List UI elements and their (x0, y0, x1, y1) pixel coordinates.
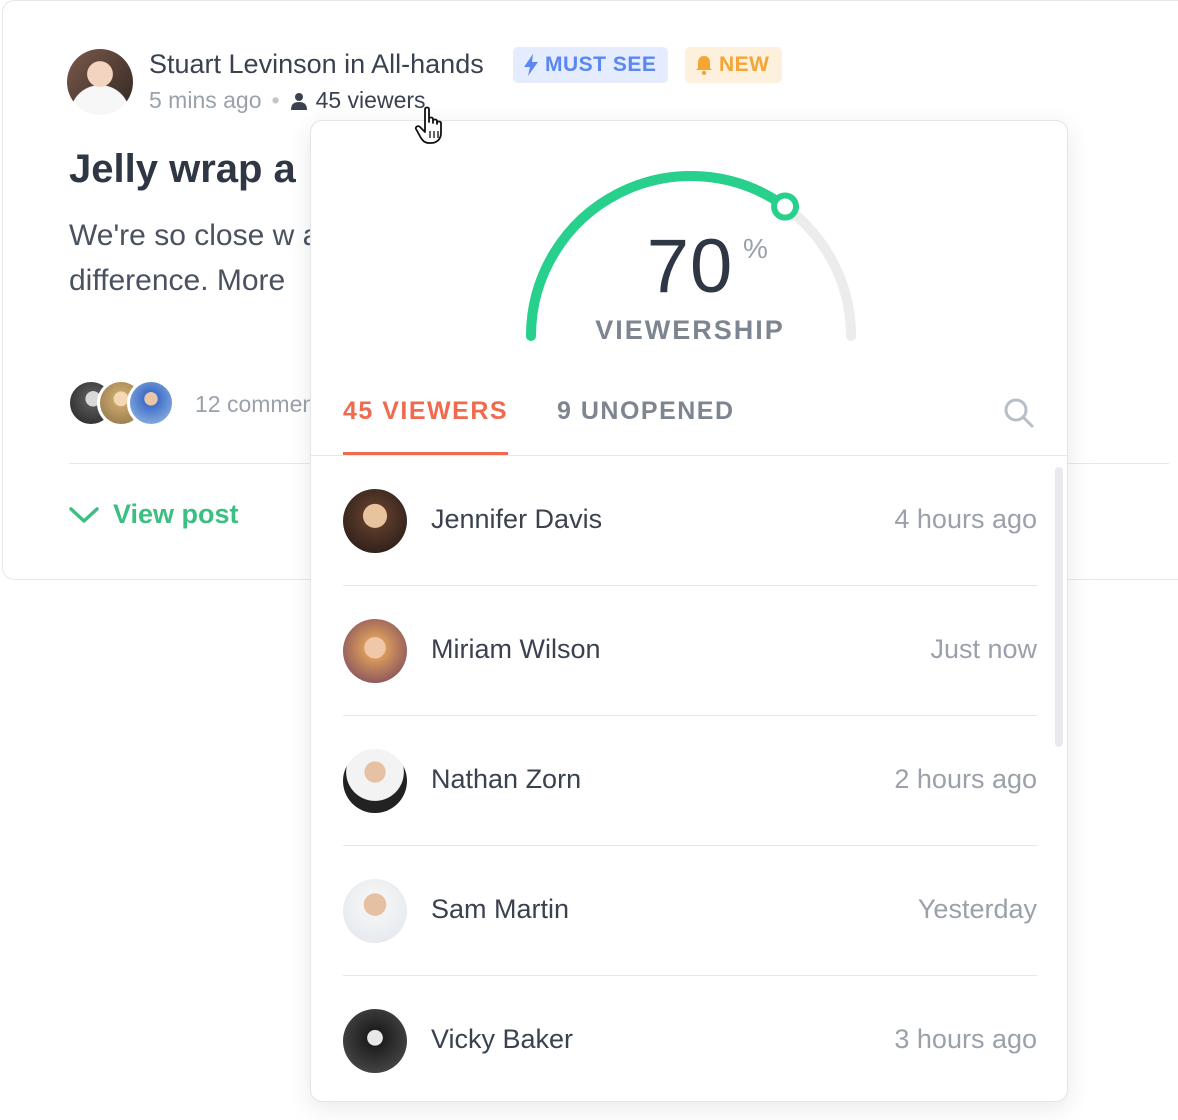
new-label: NEW (719, 53, 770, 76)
author-avatar[interactable] (67, 49, 133, 115)
gauge-number: 70 (646, 224, 734, 309)
comments-count[interactable]: 12 commen (195, 391, 315, 418)
new-badge: NEW (685, 47, 782, 83)
gauge-label: VIEWERSHIP (595, 315, 785, 345)
must-see-badge: MUST SEE (513, 47, 669, 83)
viewers-link[interactable]: 45 viewers (290, 87, 426, 114)
tab-unopened[interactable]: 9 UNOPENED (557, 397, 735, 426)
post-meta: 5 mins ago • 45 viewers (149, 87, 426, 114)
list-item[interactable]: Vicky Baker 3 hours ago (343, 976, 1037, 1101)
avatar (343, 879, 407, 943)
user-icon (290, 92, 307, 110)
bell-icon (696, 56, 712, 75)
view-post-button[interactable]: View post (69, 499, 239, 530)
avatar (343, 1009, 407, 1073)
tab-viewers[interactable]: 45 VIEWERS (343, 397, 509, 455)
commenter-avatars[interactable] (67, 379, 175, 427)
meta-separator: • (271, 87, 280, 113)
search-icon (1004, 398, 1034, 428)
avatar (127, 379, 175, 427)
viewer-list: Jennifer Davis 4 hours ago Miriam Wilson… (343, 456, 1037, 1101)
viewer-time: Just now (930, 634, 1037, 664)
list-item[interactable]: Jennifer Davis 4 hours ago (343, 456, 1037, 586)
viewer-name: Sam Martin (431, 894, 570, 924)
viewer-time: Yesterday (917, 894, 1037, 924)
list-item[interactable]: Nathan Zorn 2 hours ago (343, 716, 1037, 846)
lightning-icon (524, 54, 538, 76)
list-item[interactable]: Miriam Wilson Just now (343, 586, 1037, 716)
post-title[interactable]: Jelly wrap a (69, 147, 296, 192)
author-line[interactable]: Stuart Levinson in All-hands (149, 49, 484, 80)
chevron-down-icon (69, 506, 99, 523)
viewer-time: 4 hours ago (894, 504, 1037, 534)
hand-pointer-icon (414, 106, 442, 144)
avatar (343, 749, 407, 813)
post-time: 5 mins ago (149, 87, 262, 113)
search-button[interactable] (1003, 397, 1035, 434)
viewer-time: 3 hours ago (894, 1024, 1037, 1054)
viewer-tabs: 45 VIEWERS 9 UNOPENED (311, 387, 1067, 456)
viewer-name: Vicky Baker (431, 1024, 574, 1054)
avatar (343, 489, 407, 553)
must-see-label: MUST SEE (545, 53, 657, 76)
viewer-name: Jennifer Davis (431, 504, 603, 534)
list-item[interactable]: Sam Martin Yesterday (343, 846, 1037, 976)
gauge-unit: % (743, 233, 768, 264)
scrollbar[interactable] (1055, 467, 1063, 747)
viewer-time: 2 hours ago (894, 764, 1037, 794)
view-post-label: View post (113, 499, 239, 529)
viewers-link-label: 45 viewers (315, 87, 426, 113)
avatar (343, 619, 407, 683)
gauge-value: 70 (311, 223, 1067, 310)
viewer-name: Nathan Zorn (431, 764, 582, 794)
viewers-popover: 70 % VIEWERSHIP 45 VIEWERS 9 UNOPENED Je… (310, 120, 1068, 1102)
viewer-name: Miriam Wilson (431, 634, 601, 664)
gauge-knob (771, 192, 800, 221)
